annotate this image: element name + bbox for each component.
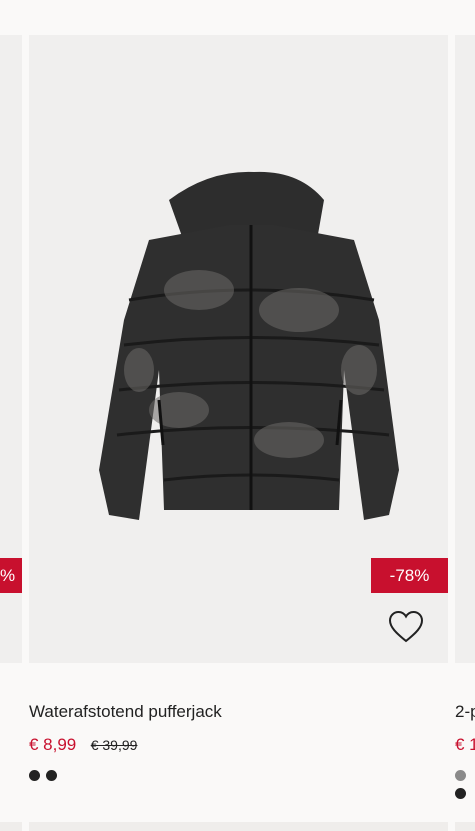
favorite-heart-icon[interactable] xyxy=(388,610,424,644)
next-row-image-left xyxy=(0,822,22,831)
next-row-image-right xyxy=(455,822,475,831)
next-row-image xyxy=(29,822,448,831)
color-swatches xyxy=(29,768,63,786)
price-row: € 8,99 € 39,99 xyxy=(29,735,137,755)
product-image-right[interactable] xyxy=(455,35,475,663)
color-swatch[interactable] xyxy=(455,788,466,799)
original-price: € 39,99 xyxy=(90,737,138,753)
discount-badge-left: % xyxy=(0,558,22,593)
product-title[interactable]: Waterafstotend pufferjack xyxy=(29,702,222,722)
product-title-right[interactable]: 2-p xyxy=(455,702,475,722)
color-swatch[interactable] xyxy=(455,770,466,781)
sale-price: € 8,99 xyxy=(29,735,77,754)
color-swatches-right xyxy=(455,768,475,804)
color-swatch[interactable] xyxy=(29,770,40,781)
color-swatch[interactable] xyxy=(46,770,57,781)
sale-price-right: € 1 xyxy=(455,735,475,754)
discount-badge: -78% xyxy=(371,558,448,593)
puffer-jacket-image xyxy=(99,171,399,520)
